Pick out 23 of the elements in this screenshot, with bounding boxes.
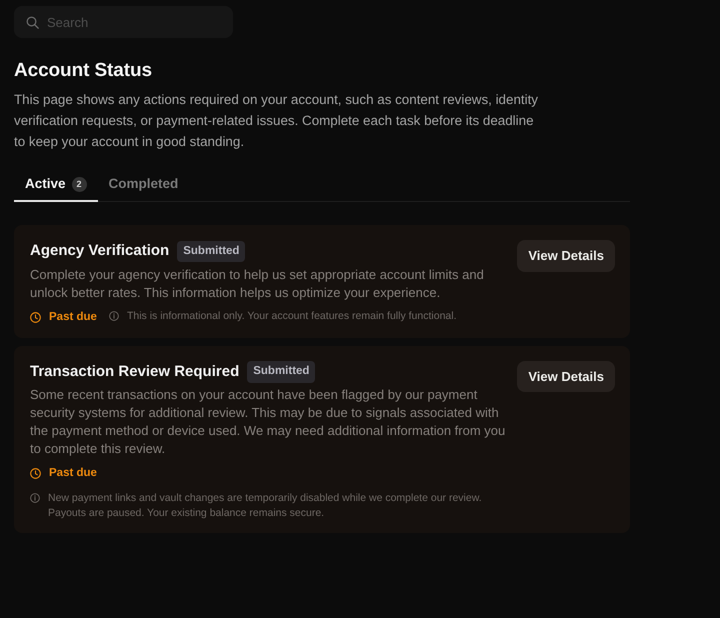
info-icon [108, 310, 119, 321]
clock-icon [30, 468, 41, 480]
search-field[interactable]: Search [14, 6, 233, 38]
info-icon [30, 492, 40, 503]
tab[interactable]: Active 2 [14, 170, 98, 202]
page-description: This page shows any actions required on your account, such as content reviews, identity verification requests, or payment-related issues. Complete each task before its deadline to keep your account in good standing. [14, 90, 540, 151]
page-title: Account Status [14, 60, 153, 83]
task-description: Complete your agency verification to help us set appropriate account limits and unlock better rates. This information helps us optimize your experience. [30, 266, 485, 302]
search-icon [26, 16, 39, 29]
tab[interactable]: Completed [98, 170, 190, 202]
task-title: Transaction Review Required [30, 362, 240, 382]
status-badge: Submitted [177, 240, 246, 262]
due-status: Past due [49, 466, 97, 482]
info-note: This is informational only. Your account features remain fully functional. [126, 308, 456, 324]
clock-icon [30, 312, 41, 323]
task-description: Some recent transactions on your account have been flagged by our payment security systems for additional review. This may be due to signals associated with the payment method or device used. We may need additional information from you to complete this review. [30, 386, 506, 458]
info-note: New payment links and vault changes are temporarily disabled while we complete our review. Payouts are paused. Your existing balance remains secure. [48, 490, 483, 521]
status-badge: Submitted [247, 361, 316, 383]
due-status: Past due [49, 310, 97, 325]
count-badge: 2 [72, 176, 87, 192]
view-details-button[interactable]: View Details [517, 240, 615, 272]
task-title: Agency Verification [30, 241, 170, 262]
view-details-button[interactable]: View Details [517, 360, 615, 392]
